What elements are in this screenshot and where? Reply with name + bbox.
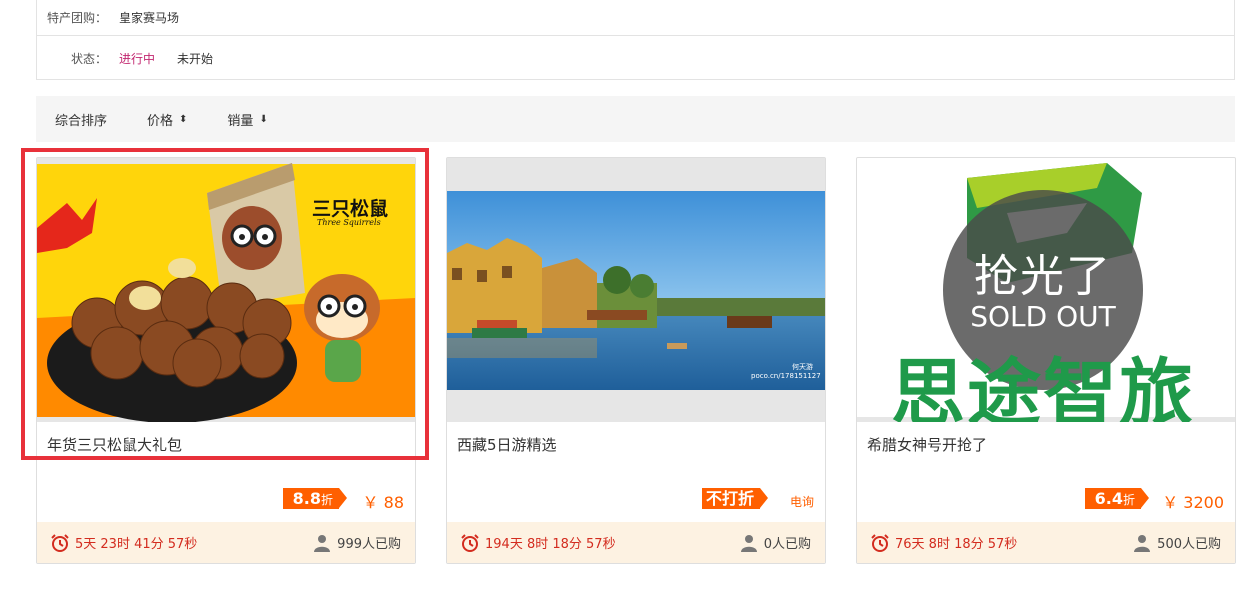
filter-option-royal-racecourse[interactable]: 皇家赛马场 (119, 9, 179, 26)
alarm-clock-icon (461, 533, 479, 552)
product-image-situ-logo[interactable]: 抢光了 SOLD OUT 思途智旅 (857, 158, 1235, 422)
person-icon (1134, 534, 1151, 552)
discount-unit: 折 (1122, 493, 1135, 507)
product-image-nuts[interactable]: 三只松鼠 Three Squirrels (37, 158, 415, 422)
sort-default[interactable]: 综合排序 (55, 110, 107, 129)
buyer-count: 500人已购 (1133, 533, 1221, 552)
countdown-timer: 76天 8时 18分 57秒 (895, 537, 1018, 552)
card-footer: 76天 8时 18分 57秒 500人已购 (857, 522, 1235, 563)
sort-down-arrow-icon: ⬇ (259, 113, 268, 125)
card-footer: 194天 8时 18分 57秒 0人已购 (447, 522, 825, 563)
person-icon (740, 534, 757, 552)
filter-panel: 特产团购： 皇家赛马场 状态： 进行中 未开始 (36, 0, 1235, 80)
discount-badge: 6.4折 (1084, 488, 1150, 509)
product-title[interactable]: 年货三只松鼠大礼包 (47, 434, 182, 455)
sort-sales[interactable]: 销量 ⬇ (227, 110, 267, 129)
photo-watermark: 何天游 (792, 363, 813, 371)
product-title[interactable]: 希腊女神号开抢了 (867, 434, 987, 455)
buyer-count: 999人已购 (313, 533, 401, 552)
price: ￥ 3200 (1162, 493, 1224, 512)
filter-row-tuangou: 特产团购： 皇家赛马场 (37, 0, 1234, 36)
sort-price-label: 价格 (147, 113, 174, 129)
product-image-river-town[interactable]: 何天游 poco.cn/178151127 (447, 158, 825, 422)
filter-option-not-started[interactable]: 未开始 (177, 50, 213, 67)
photo-watermark-url: poco.cn/178151127 (751, 372, 821, 380)
product-title[interactable]: 西藏5日游精选 (457, 434, 557, 455)
alarm-clock-icon (51, 533, 69, 552)
filter-row-status: 状态： 进行中 未开始 (37, 40, 1234, 76)
product-card-tibet[interactable]: 何天游 poco.cn/178151127 西藏5日游精选 不打折 电询 194… (446, 157, 826, 564)
filter-label-status: 状态： (70, 51, 107, 66)
discount-unit: 折 (320, 493, 333, 507)
buyer-count-label: 0人已购 (763, 537, 811, 552)
price: 电询 (789, 495, 814, 509)
sort-updown-icon: ⬍ (179, 113, 188, 125)
countdown-timer: 194天 8时 18分 57秒 (485, 537, 616, 552)
sort-sales-label: 销量 (227, 113, 254, 129)
person-icon (314, 534, 331, 552)
buyer-count-label: 500人已购 (1157, 537, 1221, 552)
discount-badge: 不打折 (701, 488, 769, 509)
brand-logo: 三只松鼠 (312, 198, 389, 220)
product-card-greece[interactable]: 抢光了 SOLD OUT 思途智旅 希腊女神号开抢了 6.4折 ￥ 3200 7… (856, 157, 1236, 564)
alarm-clock-icon (871, 533, 889, 552)
brand-logo-sub: Three Squirrels (317, 218, 381, 227)
brand-logo: 思途智旅 (891, 351, 1195, 422)
discount-value: 6.4 (1094, 489, 1123, 508)
filter-label-tuangou: 特产团购： (46, 10, 107, 25)
buyer-count: 0人已购 (740, 533, 811, 552)
discount-value: 不打折 (705, 489, 754, 508)
countdown-timer: 5天 23时 41分 57秒 (75, 537, 198, 552)
buyer-count-label: 999人已购 (337, 537, 401, 552)
sort-default-label: 综合排序 (55, 113, 108, 129)
sold-out-cn: 抢光了 (974, 251, 1112, 302)
product-card-squirrel[interactable]: 三只松鼠 Three Squirrels 年货三只松鼠大礼包 8.8折 ￥ 88… (36, 157, 416, 564)
sort-bar: 综合排序 价格 ⬍ 销量 ⬇ (36, 96, 1235, 142)
discount-badge: 8.8折 (282, 488, 348, 509)
sort-price[interactable]: 价格 ⬍ (147, 110, 187, 129)
discount-value: 8.8 (292, 489, 321, 508)
filter-option-ongoing[interactable]: 进行中 (119, 50, 155, 67)
card-footer: 5天 23时 41分 57秒 999人已购 (37, 522, 415, 563)
price: ￥ 88 (362, 493, 404, 512)
sold-out-en: SOLD OUT (970, 300, 1116, 333)
